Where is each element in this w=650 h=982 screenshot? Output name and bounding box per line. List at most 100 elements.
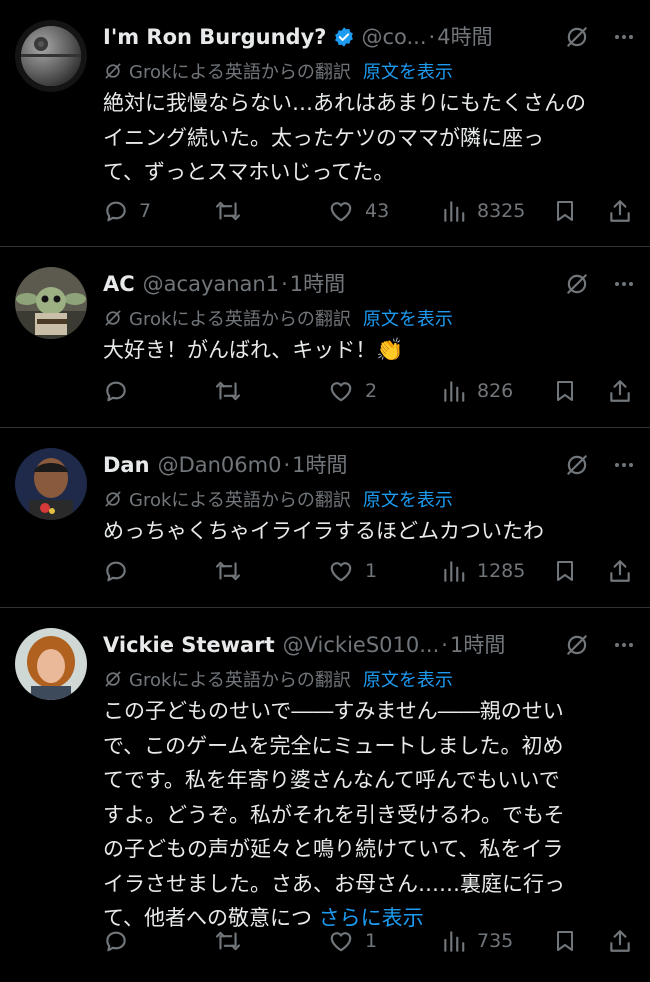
author-handle[interactable]: @acayanan1 (143, 267, 279, 301)
repost-button[interactable] (214, 376, 252, 406)
reply-icon (106, 931, 126, 952)
author-name[interactable]: I'm Ron Burgundy? (103, 20, 326, 54)
views-chart-icon (444, 561, 465, 582)
views-chart-icon (444, 201, 465, 222)
author-name[interactable]: Dan (103, 448, 150, 482)
reply-text-line: この子どものせいで――すみません――親のせい (103, 699, 564, 723)
repost-icon (215, 931, 241, 951)
reply-text-line: めっちゃくちゃイライラするほどムカついたわ (103, 519, 544, 543)
more-options-icon[interactable] (612, 25, 636, 49)
share-button[interactable] (607, 926, 633, 956)
reply-text-line: で、このゲームを完全にミュートしました。初め (103, 733, 564, 758)
reply-text-line: 大好き！がんばれ、キッド！👏 (103, 333, 636, 369)
repost-icon (215, 561, 241, 581)
repost-icon (215, 201, 241, 221)
grok-translate-icon (105, 63, 121, 79)
more-options-icon[interactable] (612, 272, 636, 296)
bookmark-button[interactable] (553, 926, 577, 956)
timestamp[interactable]: 1時間 (292, 448, 347, 482)
bookmark-button[interactable] (553, 376, 577, 406)
more-options-icon[interactable] (612, 453, 636, 477)
bookmark-icon (557, 381, 573, 401)
repost-button[interactable] (214, 926, 252, 956)
share-button[interactable] (607, 556, 633, 586)
bookmark-icon (557, 561, 573, 581)
avatar[interactable] (15, 267, 87, 339)
share-button[interactable] (607, 376, 633, 406)
share-icon (610, 200, 630, 222)
repost-button[interactable] (214, 196, 252, 226)
separator-dot: · (428, 25, 436, 49)
reply-text-segment: 大好き！がんばれ、キッド！ (103, 338, 377, 362)
reply-text-line: イラさせました。さあ、お母さん……裏庭に行っ (103, 871, 565, 896)
grok-icon[interactable] (564, 271, 590, 297)
author-handle[interactable]: @co... (361, 20, 426, 54)
reply-item[interactable]: AC @acayanan1 · 1時間 Grokによる英語からの翻訳 原文を表示… (0, 247, 650, 428)
reply-item[interactable]: Vickie Stewart @VickieS010... · 1時間 Grok… (0, 608, 650, 982)
views-button[interactable]: 1285 (441, 556, 525, 586)
like-button[interactable]: 1 (327, 556, 377, 586)
share-icon (610, 380, 630, 402)
share-button[interactable] (607, 196, 633, 226)
like-count: 2 (365, 380, 378, 402)
separator-dot: · (281, 272, 288, 296)
view-count: 826 (477, 380, 514, 402)
bookmark-button[interactable] (553, 556, 577, 586)
views-button[interactable]: 735 (441, 926, 513, 956)
separator-dot: · (441, 633, 448, 657)
grok-translate-icon (105, 671, 121, 687)
avatar[interactable] (15, 20, 87, 92)
repost-button[interactable] (214, 556, 252, 586)
views-chart-icon (444, 381, 465, 402)
author-handle[interactable]: @Dan06m0 (158, 448, 282, 482)
bookmark-button[interactable] (553, 196, 577, 226)
bookmark-icon (557, 201, 573, 221)
timestamp[interactable]: 1時間 (450, 628, 505, 662)
separator-dot: · (283, 453, 291, 477)
view-count: 8325 (477, 200, 526, 222)
reply-icon (106, 201, 126, 222)
reply-text-line: すよ。どうぞ。私がそれを引き受けるわ。でもそ (103, 802, 565, 827)
avatar[interactable] (15, 628, 87, 700)
author-handle[interactable]: @VickieS010... (283, 628, 440, 662)
grok-icon[interactable] (564, 24, 590, 50)
author-name[interactable]: Vickie Stewart (103, 628, 275, 662)
reply-text-line: イニング続いた。太ったケツのママが隣に座っ (103, 125, 544, 150)
show-original-link[interactable]: 原文を表示 (363, 305, 453, 331)
author-name[interactable]: AC (103, 267, 135, 301)
reply-button[interactable] (103, 926, 139, 956)
translation-label: Grokによる英語からの翻訳 (129, 670, 351, 691)
like-button[interactable]: 1 (327, 926, 377, 956)
more-options-icon[interactable] (612, 633, 636, 657)
views-button[interactable]: 826 (441, 376, 513, 406)
reply-button[interactable] (103, 556, 139, 586)
grok-icon[interactable] (564, 452, 590, 478)
reply-icon (106, 561, 126, 582)
heart-icon (330, 562, 352, 582)
reply-text: めっちゃくちゃイライラするほどムカついたわ (103, 514, 636, 549)
like-count: 1 (365, 560, 378, 582)
reply-text: 絶対に我慢ならない…あれはあまりにもたくさんの イニング続いた。太ったケツのママ… (103, 86, 636, 190)
verified-badge-icon (335, 27, 354, 47)
timestamp[interactable]: 4時間 (437, 20, 492, 54)
show-original-link[interactable]: 原文を表示 (363, 486, 453, 512)
grok-translate-icon (105, 310, 121, 326)
translation-label: Grokによる英語からの翻訳 (129, 309, 351, 330)
like-button[interactable]: 2 (327, 376, 377, 406)
views-button[interactable]: 8325 (441, 196, 525, 226)
show-original-link[interactable]: 原文を表示 (363, 58, 453, 84)
grok-icon[interactable] (564, 632, 590, 658)
reply-button[interactable]: 7 (103, 196, 151, 226)
like-button[interactable]: 43 (327, 196, 389, 226)
show-original-link[interactable]: 原文を表示 (363, 666, 453, 692)
reply-button[interactable] (103, 376, 139, 406)
reply-item[interactable]: I'm Ron Burgundy? @co... · 4時間 Grokによる英語… (0, 0, 650, 247)
reply-text: この子どものせいで――すみません――親のせい で、このゲームを完全にミュートしま… (103, 694, 636, 936)
views-chart-icon (444, 931, 465, 952)
timestamp[interactable]: 1時間 (290, 267, 345, 301)
view-count: 735 (477, 930, 514, 952)
reply-item[interactable]: Dan @Dan06m0 · 1時間 Grokによる英語からの翻訳 原文を表示 … (0, 428, 650, 608)
avatar[interactable] (15, 448, 87, 520)
reply-text-line: 絶対に我慢ならない…あれはあまりにもたくさんの (103, 91, 586, 115)
reply-icon (106, 381, 126, 402)
